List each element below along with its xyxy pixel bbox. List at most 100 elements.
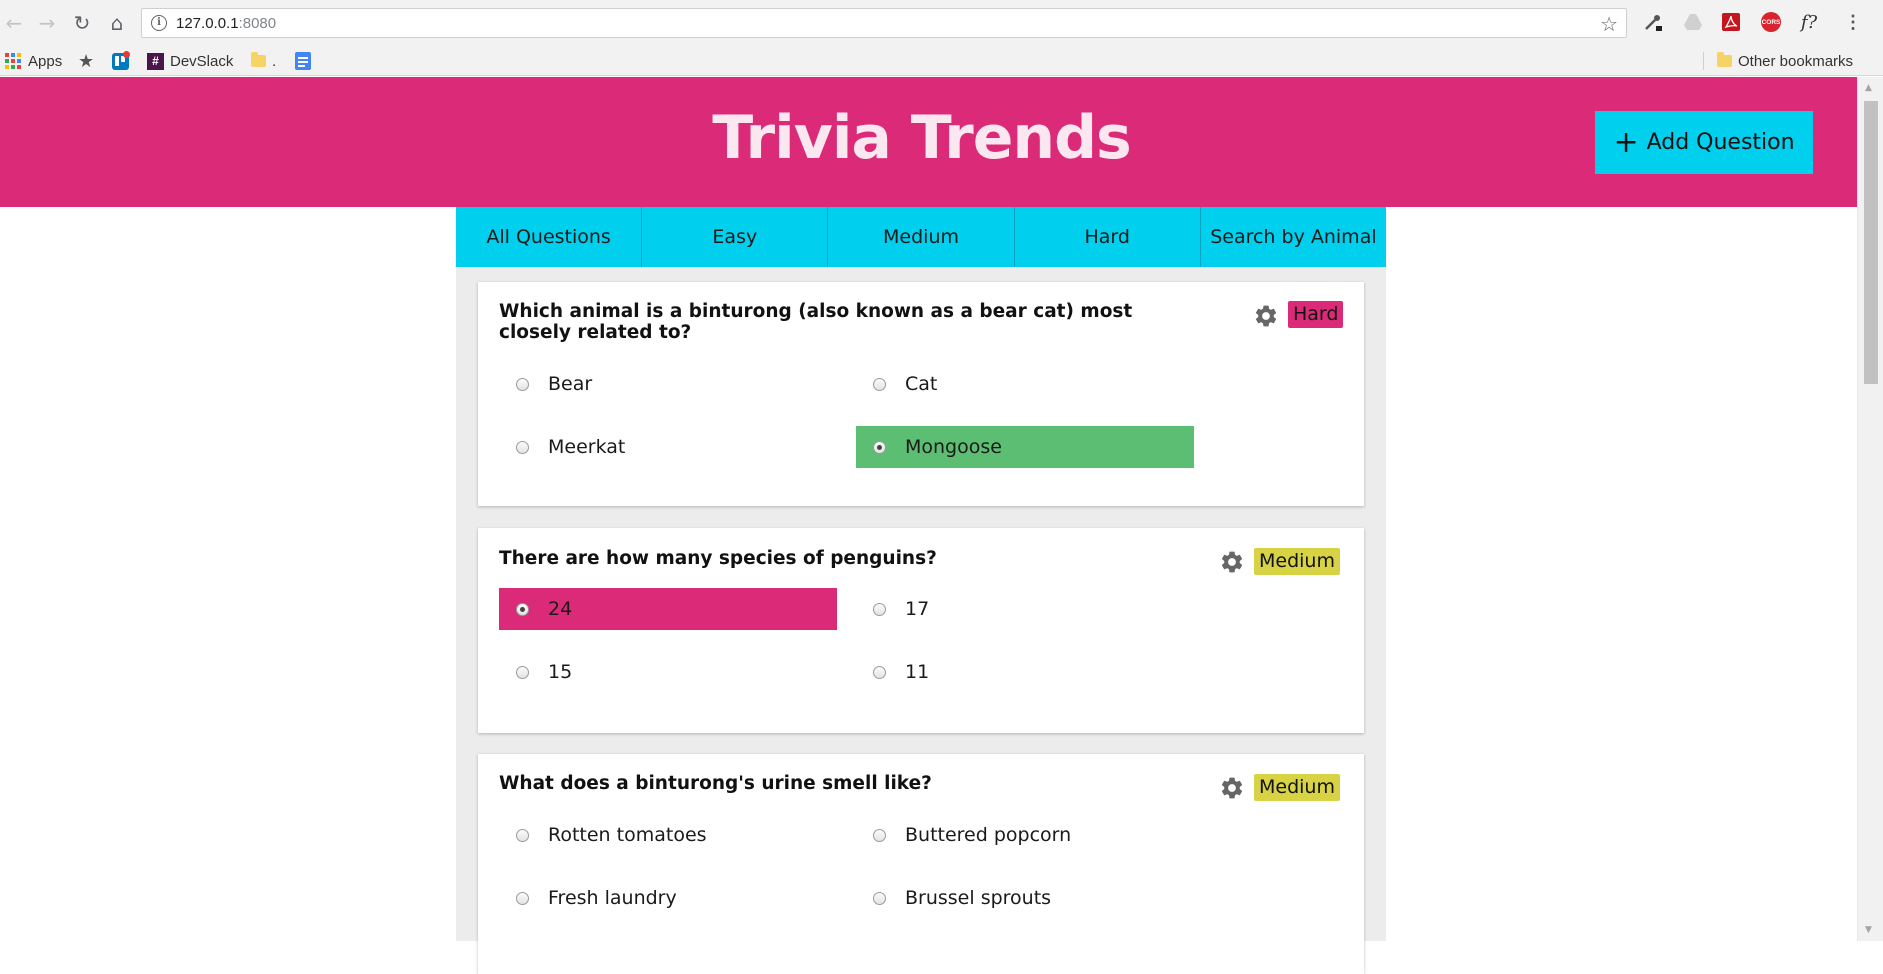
scroll-down-arrow-icon[interactable]: ▼ bbox=[1865, 925, 1872, 935]
radio-button[interactable] bbox=[873, 665, 886, 679]
answer-option[interactable]: 15 bbox=[499, 651, 837, 693]
gear-icon[interactable] bbox=[1219, 549, 1245, 575]
bookmark-apps[interactable]: Apps bbox=[5, 51, 62, 71]
app-header: Trivia Trends + Add Question bbox=[0, 77, 1857, 207]
difficulty-badge: Medium bbox=[1254, 548, 1340, 575]
radio-button[interactable] bbox=[873, 828, 886, 842]
bookmark-label: . bbox=[272, 52, 277, 70]
tab-all-questions[interactable]: All Questions bbox=[456, 207, 643, 267]
home-icon[interactable]: ⌂ bbox=[104, 10, 130, 36]
star-icon: ★ bbox=[78, 50, 95, 71]
bookmark-star[interactable]: ★ bbox=[78, 51, 94, 71]
bookmark-folder-dot[interactable]: . bbox=[251, 51, 276, 71]
radio-button[interactable] bbox=[516, 891, 529, 905]
question-text: Which animal is a binturong (also known … bbox=[499, 301, 1133, 343]
question-card: What does a binturong's urine smell like… bbox=[478, 754, 1364, 974]
radio-button[interactable] bbox=[516, 440, 529, 454]
answer-option[interactable]: Meerkat bbox=[499, 426, 837, 468]
question-text: What does a binturong's urine smell like… bbox=[499, 773, 932, 794]
bookmark-devslack[interactable]: # DevSlack bbox=[147, 51, 233, 71]
tab-medium[interactable]: Medium bbox=[828, 207, 1015, 267]
answer-option[interactable]: Rotten tomatoes bbox=[499, 814, 837, 856]
radio-button[interactable] bbox=[873, 440, 886, 454]
radio-button[interactable] bbox=[873, 377, 886, 391]
answer-option[interactable]: Bear bbox=[499, 363, 837, 405]
folder-icon bbox=[251, 52, 266, 67]
bookmark-label: Apps bbox=[28, 52, 63, 70]
address-bar[interactable]: i 127.0.0.1:8080 ☆ bbox=[141, 8, 1627, 38]
answer-option[interactable]: Brussel sprouts bbox=[856, 877, 1194, 919]
answer-label: Buttered popcorn bbox=[905, 824, 1072, 846]
bookmark-trello[interactable] bbox=[112, 50, 130, 71]
slack-hash-icon: # bbox=[147, 52, 164, 70]
bookmarks-bar: Apps ★ # DevSlack . Other bookmarks bbox=[0, 46, 1883, 76]
answer-label: 11 bbox=[905, 661, 930, 683]
answer-label: Brussel sprouts bbox=[905, 887, 1052, 909]
answer-option[interactable]: Cat bbox=[856, 363, 1194, 405]
radio-button[interactable] bbox=[516, 665, 529, 679]
bookmark-star-icon[interactable]: ☆ bbox=[1600, 12, 1618, 36]
answer-option[interactable]: Buttered popcorn bbox=[856, 814, 1194, 856]
radio-button[interactable] bbox=[516, 602, 529, 616]
answer-option[interactable]: Fresh laundry bbox=[499, 877, 837, 919]
browser-toolbar: ← → ↻ ⌂ i 127.0.0.1:8080 ☆ CORS f? ⋮ bbox=[0, 0, 1883, 46]
font-question-label: f? bbox=[1800, 11, 1818, 33]
tab-search-by-animal[interactable]: Search by Animal bbox=[1201, 207, 1386, 267]
answer-label: 15 bbox=[548, 661, 573, 683]
forward-arrow-icon[interactable]: → bbox=[34, 10, 60, 36]
trello-icon bbox=[112, 50, 130, 70]
difficulty-tabs: All Questions Easy Medium Hard Search by… bbox=[456, 207, 1386, 267]
radio-button[interactable] bbox=[873, 602, 886, 616]
add-question-label: Add Question bbox=[1646, 130, 1795, 155]
bookmark-label: Other bookmarks bbox=[1738, 52, 1854, 70]
answer-label: Bear bbox=[548, 373, 593, 395]
reload-icon[interactable]: ↻ bbox=[69, 10, 95, 36]
answer-label: 17 bbox=[905, 598, 930, 620]
answer-label: Rotten tomatoes bbox=[548, 824, 707, 846]
radio-button[interactable] bbox=[516, 828, 529, 842]
answer-option-wrong[interactable]: 24 bbox=[499, 588, 837, 630]
page-scrollbar[interactable]: ▲ ▼ bbox=[1857, 77, 1883, 941]
cors-label: CORS bbox=[1761, 12, 1781, 32]
add-question-button[interactable]: + Add Question bbox=[1595, 111, 1813, 174]
question-list: Which animal is a binturong (also known … bbox=[456, 267, 1386, 974]
drive-icon[interactable] bbox=[1682, 11, 1704, 33]
difficulty-badge: Medium bbox=[1254, 774, 1340, 801]
answer-label: Cat bbox=[905, 373, 938, 395]
question-card: There are how many species of penguins? … bbox=[478, 528, 1364, 733]
back-arrow-icon[interactable]: ← bbox=[1, 10, 27, 36]
answer-option-correct[interactable]: Mongoose bbox=[856, 426, 1194, 468]
info-icon[interactable]: i bbox=[151, 15, 167, 31]
scroll-thumb[interactable] bbox=[1864, 101, 1878, 384]
app-title: Trivia Trends bbox=[712, 103, 1132, 173]
tab-easy[interactable]: Easy bbox=[642, 207, 829, 267]
question-card: Which animal is a binturong (also known … bbox=[478, 282, 1364, 506]
answer-label: Fresh laundry bbox=[548, 887, 677, 909]
font-question-icon[interactable]: f? bbox=[1798, 11, 1820, 33]
bookmark-other[interactable]: Other bookmarks bbox=[1717, 51, 1853, 71]
radio-button[interactable] bbox=[873, 891, 886, 905]
answer-label: Meerkat bbox=[548, 436, 626, 458]
apps-grid-icon bbox=[5, 52, 22, 70]
tab-hard[interactable]: Hard bbox=[1015, 207, 1201, 267]
cors-icon[interactable]: CORS bbox=[1760, 11, 1782, 33]
bookmark-google-docs[interactable] bbox=[295, 51, 311, 71]
bookmarks-divider bbox=[1703, 52, 1704, 70]
answer-option[interactable]: 11 bbox=[856, 651, 1194, 693]
gear-icon[interactable] bbox=[1253, 303, 1279, 329]
url-text: 127.0.0.1:8080 bbox=[176, 15, 277, 32]
eyedropper-icon[interactable] bbox=[1642, 11, 1664, 33]
menu-icon[interactable]: ⋮ bbox=[1842, 11, 1864, 33]
question-text: There are how many species of penguins? bbox=[499, 548, 937, 569]
google-docs-icon bbox=[295, 52, 311, 70]
answer-option[interactable]: 17 bbox=[856, 588, 1194, 630]
folder-icon bbox=[1717, 52, 1732, 67]
difficulty-badge: Hard bbox=[1288, 301, 1344, 328]
answer-label: 24 bbox=[548, 598, 573, 620]
gear-icon[interactable] bbox=[1219, 775, 1245, 801]
scroll-up-arrow-icon[interactable]: ▲ bbox=[1865, 83, 1872, 93]
pdf-icon[interactable] bbox=[1720, 11, 1742, 33]
radio-button[interactable] bbox=[516, 377, 529, 391]
plus-icon: + bbox=[1613, 124, 1639, 160]
bookmark-label: DevSlack bbox=[170, 52, 234, 70]
